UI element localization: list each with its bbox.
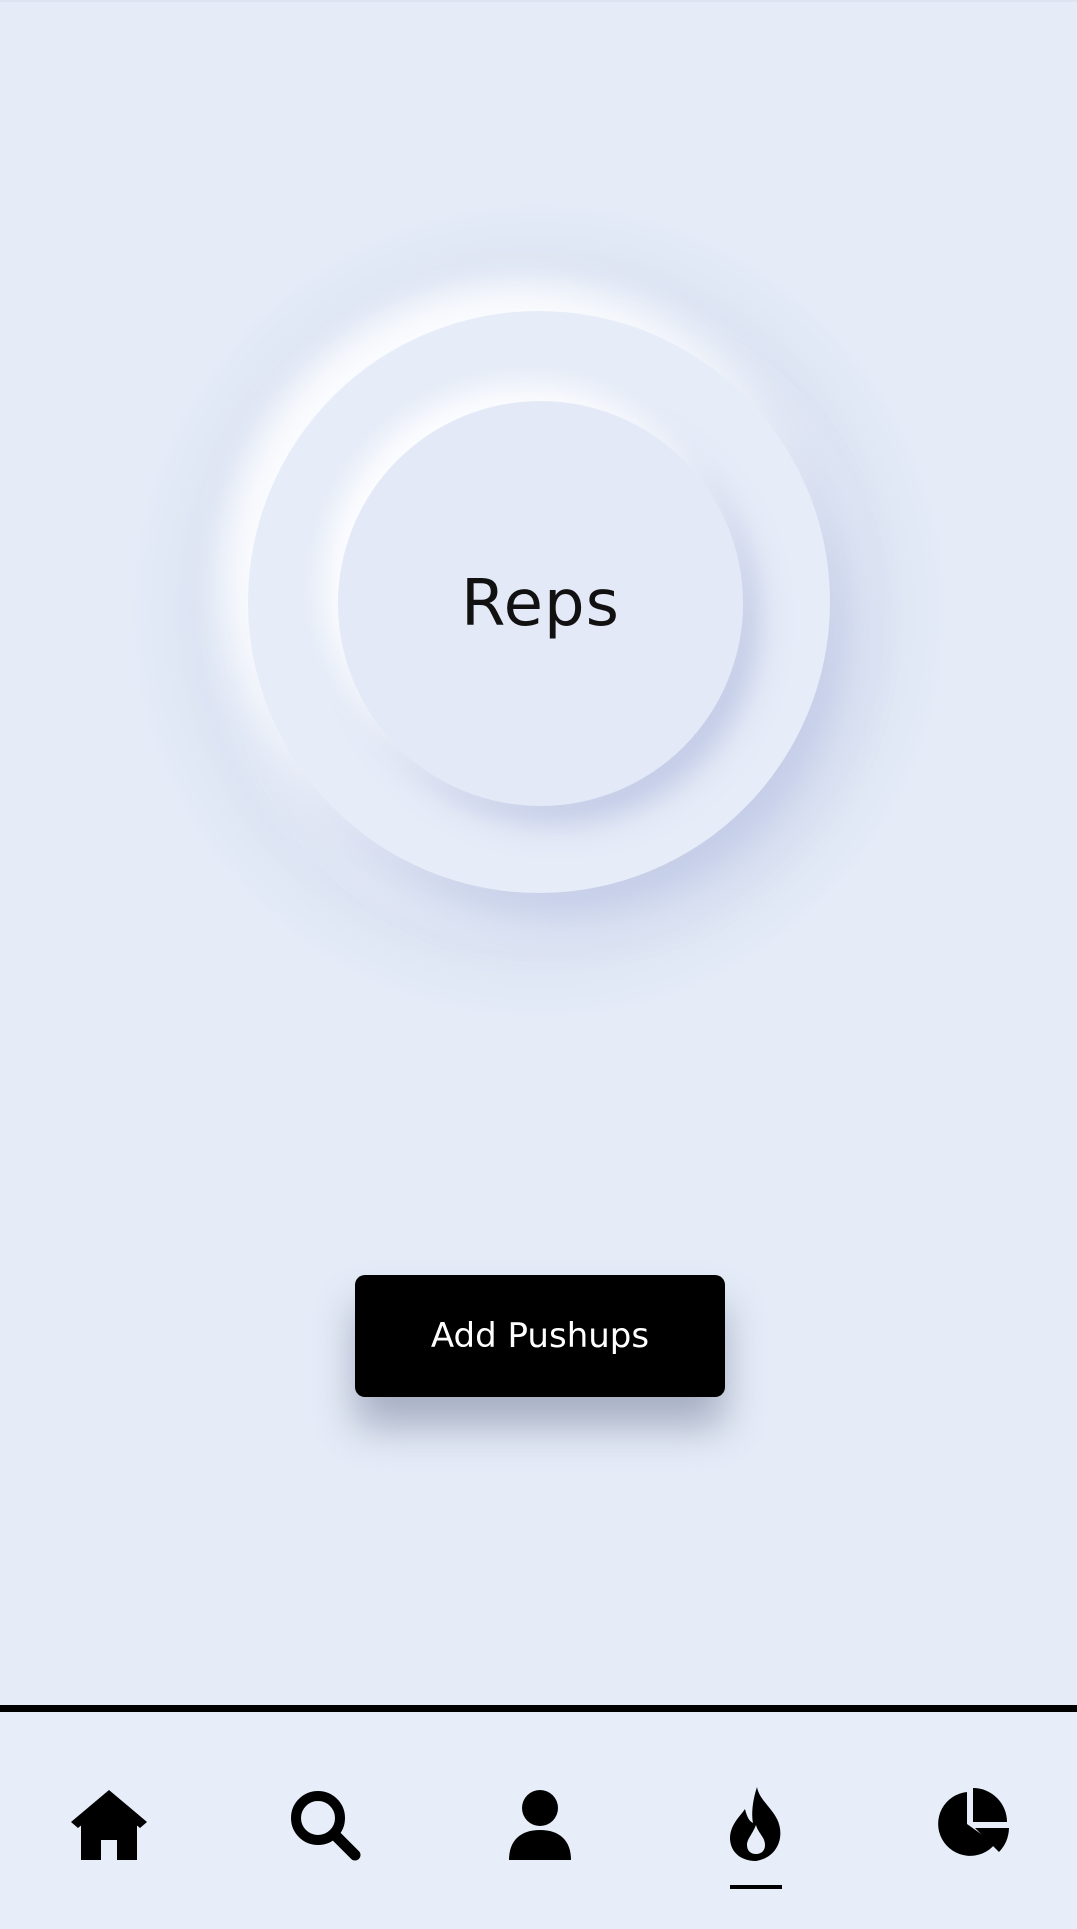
add-pushups-button[interactable]: Add Pushups bbox=[355, 1275, 725, 1397]
nav-item-profile[interactable] bbox=[495, 1780, 585, 1870]
nav-item-home[interactable] bbox=[64, 1780, 154, 1870]
nav-item-workout[interactable] bbox=[711, 1780, 801, 1870]
flame-icon bbox=[730, 1787, 781, 1861]
nav-item-stats[interactable] bbox=[927, 1780, 1017, 1870]
reps-label: Reps bbox=[461, 566, 620, 641]
search-icon bbox=[291, 1791, 361, 1861]
nav-divider bbox=[0, 1705, 1077, 1712]
reps-counter-circle[interactable]: Reps bbox=[338, 401, 743, 806]
nav-item-search[interactable] bbox=[280, 1780, 370, 1870]
pushup-screen: Reps Add Pushups bbox=[0, 0, 1077, 1929]
user-icon bbox=[509, 1790, 571, 1860]
pie-chart-icon bbox=[938, 1788, 1009, 1856]
top-edge bbox=[0, 0, 1077, 2]
active-tab-indicator bbox=[730, 1885, 782, 1889]
home-icon bbox=[71, 1790, 147, 1860]
